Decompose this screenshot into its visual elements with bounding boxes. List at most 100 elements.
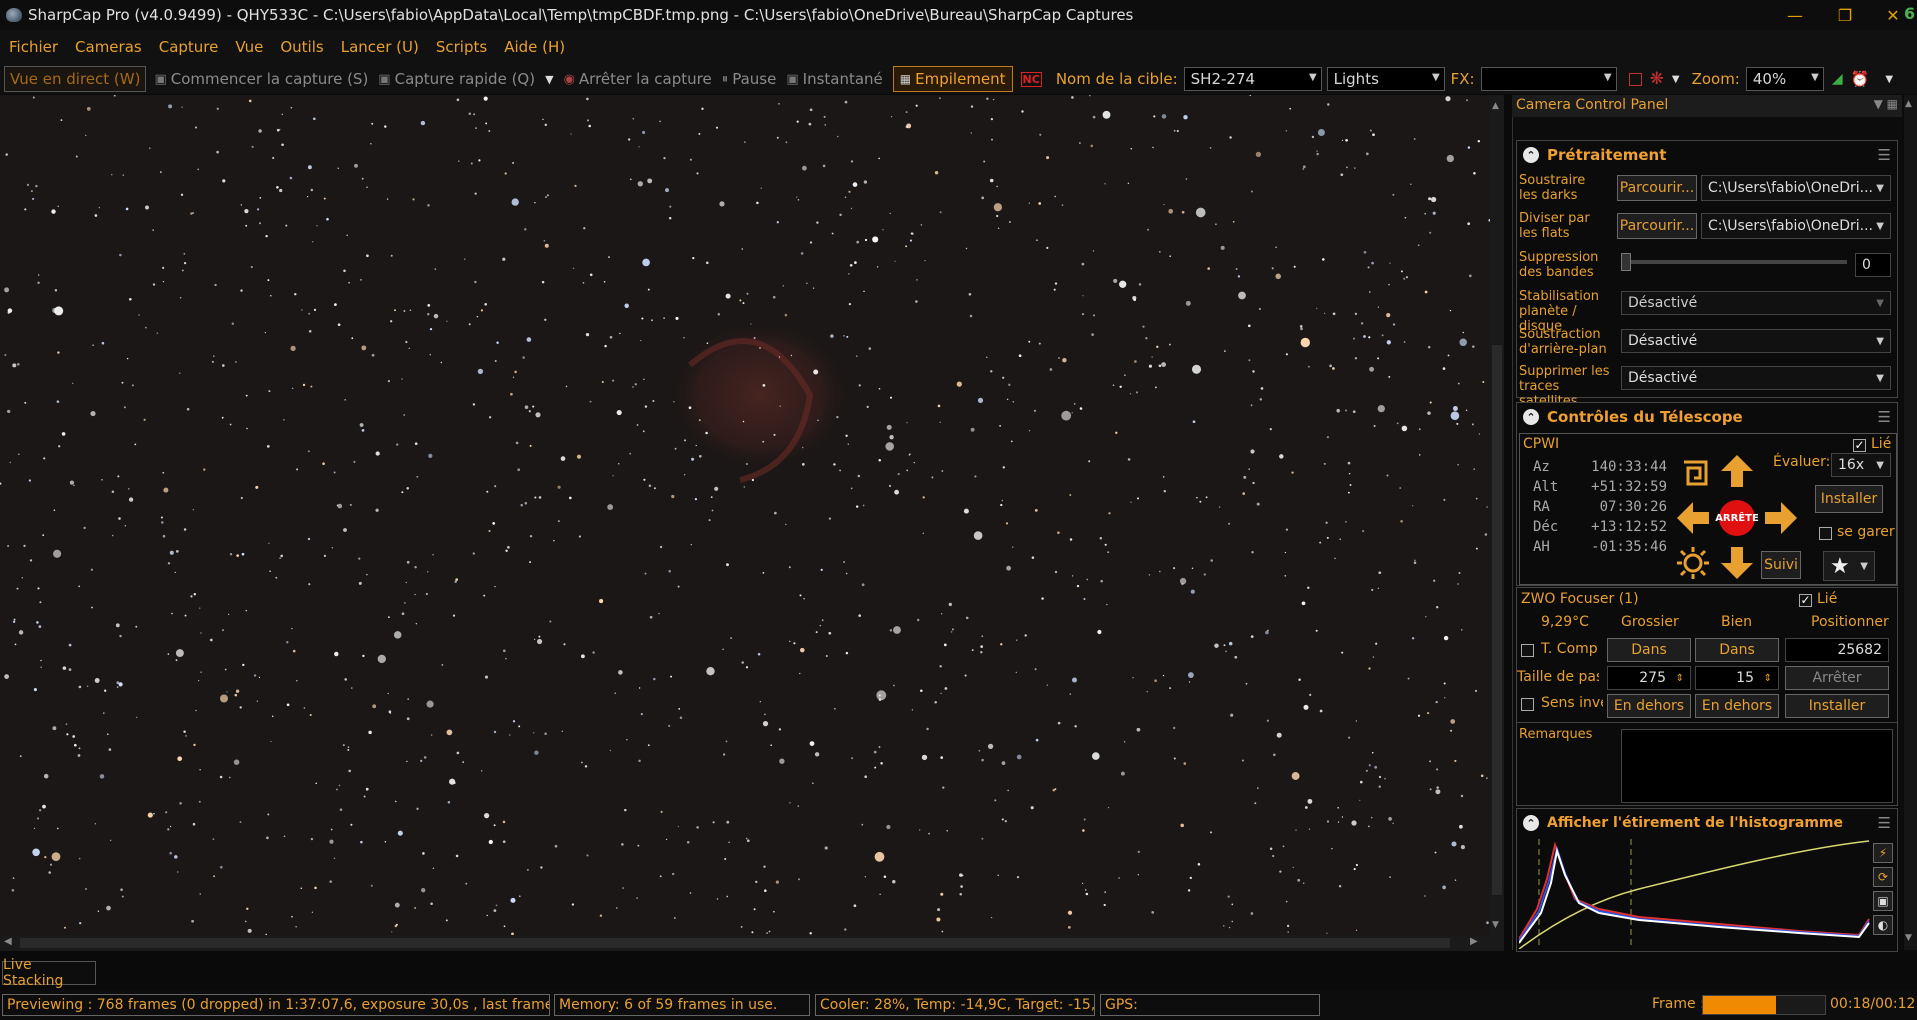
banding-slider-thumb[interactable] bbox=[1621, 253, 1631, 271]
zoom-combo[interactable]: 40% ▼ bbox=[1745, 67, 1824, 91]
fine-step-input[interactable]: 15 ⇕ bbox=[1695, 666, 1779, 690]
save-stretch-button[interactable]: ▣ bbox=[1873, 891, 1893, 911]
stop-capture-button[interactable]: ◉ Arrêter la capture bbox=[564, 70, 712, 88]
banding-value-input[interactable]: 0 bbox=[1855, 253, 1891, 277]
scroll-down-icon[interactable]: ▼ bbox=[1905, 933, 1912, 943]
focuser-linked-checkbox[interactable]: ✓ bbox=[1799, 594, 1812, 607]
star bbox=[1006, 398, 1009, 401]
darks-path-dropdown[interactable]: C:\Users\fabio\OneDri... ▼ bbox=[1701, 175, 1891, 201]
temp-comp-checkbox[interactable] bbox=[1521, 644, 1534, 657]
collapse-icon[interactable]: ⌃ bbox=[1523, 409, 1539, 425]
position-input[interactable]: 25682 bbox=[1785, 638, 1889, 662]
fine-in-button[interactable]: Dans bbox=[1695, 638, 1779, 662]
chevron-down-icon[interactable]: ▼ bbox=[1885, 74, 1893, 85]
scroll-thumb[interactable] bbox=[1492, 345, 1502, 895]
contrast-button[interactable]: ◐ bbox=[1873, 915, 1893, 935]
fx-combo[interactable]: ▼ bbox=[1480, 67, 1617, 91]
scroll-thumb[interactable] bbox=[20, 938, 1450, 948]
minimize-button[interactable]: — bbox=[1770, 0, 1820, 30]
telescope-linked-checkbox[interactable]: ✓ bbox=[1853, 439, 1866, 452]
chevron-down-icon[interactable]: ▼ bbox=[1672, 74, 1680, 85]
stop-focuser-button[interactable]: Arrêter bbox=[1785, 666, 1889, 690]
menu-scripts[interactable]: Scripts bbox=[436, 38, 487, 56]
star bbox=[51, 209, 56, 214]
preprocessing-header[interactable]: ⌃ Prétraitement ☰ bbox=[1517, 141, 1897, 169]
move-west-button[interactable] bbox=[1673, 498, 1713, 538]
panel-menu-icon[interactable]: ▼ ▦ bbox=[1874, 97, 1898, 111]
hamburger-icon[interactable]: ☰ bbox=[1878, 146, 1891, 164]
snapshot-button[interactable]: ▣ Instantané bbox=[786, 70, 882, 88]
spiral-search-button[interactable] bbox=[1675, 453, 1715, 493]
collapse-icon[interactable]: ⌃ bbox=[1523, 815, 1539, 831]
banding-slider-track[interactable] bbox=[1625, 260, 1847, 264]
maximize-button[interactable]: ❐ bbox=[1820, 0, 1870, 30]
stacking-button[interactable]: ▦ Empilement bbox=[892, 66, 1013, 92]
install-telescope-button[interactable]: Installer bbox=[1815, 485, 1883, 513]
stepper-icon[interactable]: ⇕ bbox=[1676, 673, 1684, 684]
panel-scrollbar[interactable]: ▲ ▼ bbox=[1904, 95, 1917, 950]
browse-flats-button[interactable]: Parcourir... bbox=[1617, 213, 1697, 239]
menu-file[interactable]: Fichier bbox=[9, 38, 58, 56]
grid-icon[interactable]: ❋ bbox=[1650, 69, 1664, 89]
menu-view[interactable]: Vue bbox=[235, 38, 263, 56]
hamburger-icon[interactable]: ☰ bbox=[1878, 814, 1891, 832]
menu-cameras[interactable]: Cameras bbox=[75, 38, 142, 56]
reverse-checkbox[interactable] bbox=[1521, 698, 1534, 711]
goto-target-dropdown[interactable]: ★ ▼ bbox=[1823, 551, 1875, 581]
fine-out-button[interactable]: En dehors bbox=[1695, 694, 1779, 718]
scroll-up-icon[interactable]: ▲ bbox=[1905, 99, 1912, 109]
scroll-down-icon[interactable]: ▼ bbox=[1492, 920, 1499, 930]
reset-stretch-button[interactable]: ⟳ bbox=[1873, 867, 1893, 887]
coarse-label: Grossier bbox=[1621, 614, 1679, 630]
target-name-combo[interactable]: SH2-274 ▼ bbox=[1183, 67, 1322, 91]
rate-dropdown[interactable]: 16x ▼ bbox=[1831, 453, 1891, 477]
hamburger-icon[interactable]: ☰ bbox=[1878, 408, 1891, 426]
move-north-button[interactable] bbox=[1717, 451, 1757, 491]
menu-run[interactable]: Lancer (U) bbox=[341, 38, 419, 56]
alarm-icon[interactable]: ⏰ bbox=[1851, 70, 1870, 88]
move-east-button[interactable] bbox=[1761, 498, 1801, 538]
scroll-right-icon[interactable]: ▶ bbox=[1470, 936, 1478, 947]
start-capture-button[interactable]: ▣ Commencer la capture (S) bbox=[154, 70, 368, 88]
scroll-left-icon[interactable]: ◀ bbox=[4, 936, 12, 947]
scroll-up-icon[interactable]: ▲ bbox=[1492, 101, 1499, 111]
pause-button[interactable]: ⏸ Pause bbox=[722, 70, 777, 88]
menu-help[interactable]: Aide (H) bbox=[504, 38, 565, 56]
coarse-step-input[interactable]: 275 ⇕ bbox=[1607, 666, 1691, 690]
stabilisation-dropdown[interactable]: Désactivé ▼ bbox=[1621, 291, 1891, 315]
quick-capture-button[interactable]: ▣ Capture rapide (Q) ▼ bbox=[378, 70, 553, 88]
coarse-in-button[interactable]: Dans bbox=[1607, 638, 1691, 662]
collapse-icon[interactable]: ⌃ bbox=[1523, 147, 1539, 163]
live-view-button[interactable]: Vue en direct (W) bbox=[4, 66, 147, 92]
star bbox=[185, 735, 187, 737]
flats-path-dropdown[interactable]: C:\Users\fabio\OneDri... ▼ bbox=[1701, 213, 1891, 239]
sun-button[interactable] bbox=[1673, 543, 1713, 583]
menu-tools[interactable]: Outils bbox=[280, 38, 323, 56]
auto-stretch-button[interactable]: ⚡ bbox=[1873, 843, 1893, 863]
image-viewport[interactable] bbox=[0, 95, 1490, 935]
histogram-plot[interactable] bbox=[1519, 839, 1871, 949]
telescope-header[interactable]: ⌃ Contrôles du Télescope ☰ bbox=[1517, 403, 1897, 431]
install-focuser-button[interactable]: Installer bbox=[1785, 694, 1889, 718]
notes-textarea[interactable] bbox=[1621, 729, 1893, 803]
move-south-button[interactable] bbox=[1717, 543, 1757, 583]
browse-darks-button[interactable]: Parcourir... bbox=[1617, 175, 1697, 201]
histogram-header[interactable]: ⌃ Afficher l'étirement de l'histogramme … bbox=[1517, 809, 1897, 837]
stepper-icon[interactable]: ⇕ bbox=[1764, 673, 1772, 684]
live-stacking-tab[interactable]: Live Stacking bbox=[2, 957, 96, 989]
tracking-button[interactable]: Suivi bbox=[1761, 551, 1801, 579]
satellite-trails-dropdown[interactable]: Désactivé ▼ bbox=[1621, 366, 1891, 390]
vertical-scrollbar[interactable]: ▲ ▼ bbox=[1490, 95, 1504, 935]
background-subtraction-dropdown[interactable]: Désactivé ▼ bbox=[1621, 329, 1891, 353]
frame-type-combo[interactable]: Lights ▼ bbox=[1326, 67, 1445, 91]
star bbox=[913, 461, 915, 464]
menu-capture[interactable]: Capture bbox=[159, 38, 219, 56]
reticle-icon[interactable] bbox=[1628, 72, 1642, 86]
stop-mount-button[interactable]: ARRÊTE bbox=[1715, 498, 1759, 538]
star bbox=[937, 404, 941, 408]
coarse-out-button[interactable]: En dehors bbox=[1607, 694, 1691, 718]
chevron-down-icon[interactable]: ▼ bbox=[545, 73, 553, 86]
histogram-icon[interactable]: ◢ bbox=[1832, 71, 1843, 87]
horizontal-scrollbar[interactable]: ◀ ▶ bbox=[0, 935, 1504, 951]
park-checkbox[interactable] bbox=[1819, 527, 1832, 540]
